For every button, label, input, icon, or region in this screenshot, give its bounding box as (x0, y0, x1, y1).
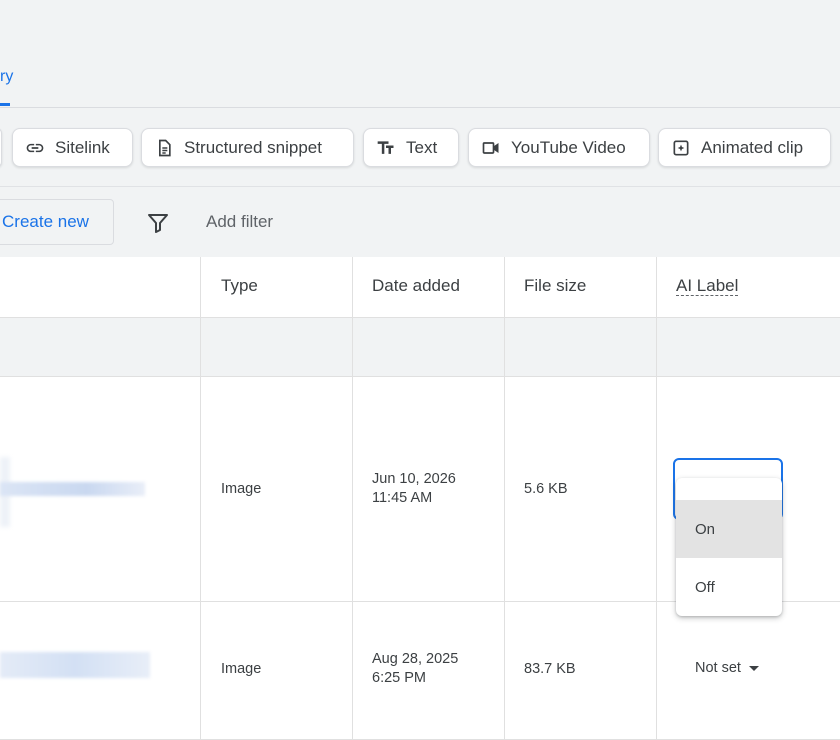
create-new-button[interactable]: Create new (0, 199, 114, 245)
ai-label-select[interactable]: Not set (695, 660, 759, 676)
animated-clip-icon (673, 140, 689, 155)
chip-text[interactable]: Text (363, 128, 459, 167)
date: Aug 28, 2025 (372, 651, 459, 667)
asset-name[interactable] (0, 652, 150, 678)
cell-type: Image (221, 661, 262, 677)
ai-label-value: Not set (695, 660, 741, 676)
filter-icon[interactable] (146, 211, 170, 235)
text-format-icon (377, 140, 394, 154)
tab-active[interactable]: ry (0, 68, 13, 86)
menu-padding (676, 478, 782, 500)
assets-table: Type Date added File size AI Label Image… (0, 257, 840, 740)
date: Jun 10, 2026 (372, 471, 456, 487)
cell-date-added: Jun 10, 2026 11:45 AM (372, 470, 456, 508)
chip-youtube-video[interactable]: YouTube Video (468, 128, 650, 167)
chip-label: Animated clip (701, 137, 804, 157)
column-header-date-added[interactable]: Date added (372, 276, 460, 296)
chip-sitelink[interactable]: Sitelink (12, 128, 133, 167)
tab-bar: ry (0, 0, 840, 108)
cell-date-added: Aug 28, 2025 6:25 PM (372, 650, 458, 688)
add-filter-input[interactable]: Add filter (206, 212, 273, 232)
table-group-row (0, 318, 840, 377)
column-header-ai-label[interactable]: AI Label (676, 276, 739, 296)
menu-item-on[interactable]: On (676, 500, 782, 558)
chevron-down-icon (748, 665, 759, 671)
cell-type: Image (221, 481, 262, 497)
asset-type-chips: Sitelink Structured snippet Text YouTube… (0, 108, 840, 187)
time: 6:25 PM (372, 670, 426, 686)
ai-label-menu: On Off (676, 478, 782, 616)
chip-label: Text (406, 137, 438, 157)
toolbar: Create new Add filter (0, 187, 840, 257)
tab-active-indicator (0, 103, 10, 106)
chip-label: Structured snippet (184, 137, 322, 157)
time: 11:45 AM (372, 490, 433, 506)
video-camera-icon (482, 141, 499, 154)
menu-item-off[interactable]: Off (676, 558, 782, 616)
cell-file-size: 83.7 KB (524, 661, 576, 677)
column-divider (656, 257, 657, 740)
chip-animated-clip[interactable]: Animated clip (658, 128, 831, 167)
chip-label: Sitelink (55, 137, 110, 157)
chip-structured-snippet[interactable]: Structured snippet (141, 128, 354, 167)
chip-label: YouTube Video (511, 137, 626, 157)
column-header-type[interactable]: Type (221, 276, 258, 296)
column-divider (504, 257, 505, 740)
column-divider (200, 257, 201, 740)
chip-partial[interactable] (0, 128, 2, 167)
table-header: Type Date added File size AI Label (0, 257, 840, 318)
link-icon (26, 143, 44, 152)
asset-name[interactable] (0, 482, 145, 496)
column-divider (352, 257, 353, 740)
document-icon (159, 139, 171, 156)
column-header-file-size[interactable]: File size (524, 276, 586, 296)
cell-file-size: 5.6 KB (524, 481, 568, 497)
